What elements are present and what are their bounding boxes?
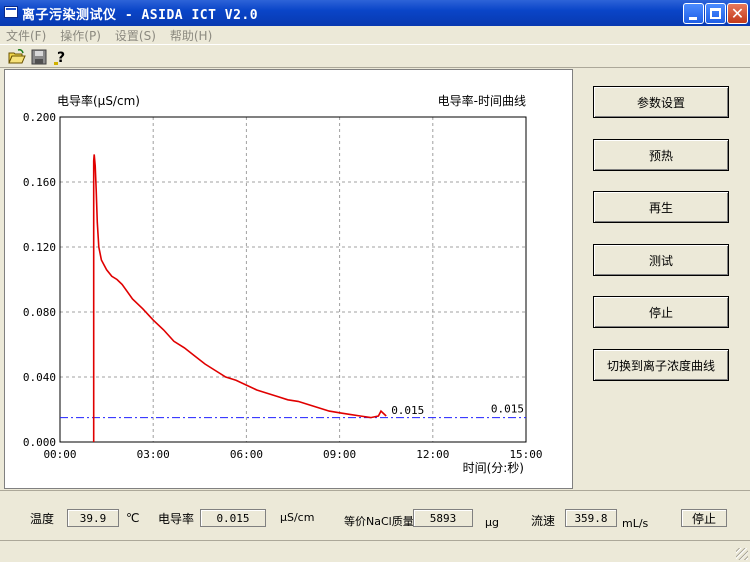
x-tick-label: 12:00 [416, 448, 449, 461]
flow-value: 359.8 [565, 509, 617, 527]
conductivity-series-line [92, 154, 387, 442]
save-icon[interactable] [30, 48, 48, 66]
preheat-button[interactable]: 预热 [593, 139, 729, 171]
nacl-unit: μg [485, 516, 499, 529]
x-tick-label: 09:00 [323, 448, 356, 461]
menu-help[interactable]: 帮助(H) [170, 27, 212, 44]
window-title: 离子污染测试仪 - ASIDA ICT V2.0 [22, 8, 259, 23]
open-folder-icon[interactable] [8, 48, 26, 66]
stop-button[interactable]: 停止 [593, 296, 729, 328]
threshold-label: 0.015 [491, 403, 524, 416]
svg-text:?: ? [57, 50, 65, 66]
x-tick-label: 06:00 [230, 448, 263, 461]
regenerate-button[interactable]: 再生 [593, 191, 729, 223]
toolbar: ? [0, 44, 750, 68]
series-end-label: 0.015 [391, 404, 424, 417]
y-tick-label: 0.080 [23, 306, 56, 319]
y-tick-label: 0.120 [23, 241, 56, 254]
x-tick-label: 15:00 [509, 448, 542, 461]
flow-unit: mL/s [622, 517, 649, 530]
maximize-button[interactable] [705, 3, 726, 24]
chart-title: 电导率-时间曲线 [438, 93, 526, 108]
y-tick-label: 0.040 [23, 371, 56, 384]
y-tick-label: 0.200 [23, 111, 56, 124]
menu-settings[interactable]: 设置(S) [115, 27, 156, 44]
help-icon[interactable]: ? [52, 48, 70, 66]
close-icon: ✕ [730, 4, 745, 23]
nacl-value: 5893 [413, 509, 473, 527]
param-settings-button[interactable]: 参数设置 [593, 86, 729, 118]
resize-grip-icon[interactable] [736, 548, 748, 560]
conductivity-unit: μS/cm [280, 511, 315, 524]
switch-curve-button[interactable]: 切换到离子浓度曲线 [593, 349, 729, 381]
y-axis-label: 电导率(μS/cm) [57, 93, 140, 108]
status-bar-bottom [0, 540, 750, 562]
conductivity-label: 电导率 [158, 512, 195, 526]
flow-label: 流速 [531, 514, 556, 528]
menu-operate[interactable]: 操作(P) [60, 27, 101, 44]
app-icon [4, 6, 18, 18]
plot-frame [59, 116, 527, 443]
status-state: 停止 [681, 509, 727, 527]
y-tick-label: 0.160 [23, 176, 56, 189]
conductivity-value: 0.015 [200, 509, 266, 527]
nacl-label: 等价NaCl质量 [344, 515, 414, 528]
x-tick-label: 00:00 [43, 448, 76, 461]
close-button[interactable]: ✕ [727, 3, 748, 24]
test-button[interactable]: 测试 [593, 244, 729, 276]
menu-file[interactable]: 文件(F) [6, 27, 46, 44]
x-axis-label: 时间(分:秒) [463, 461, 524, 475]
minimize-button[interactable] [683, 3, 704, 24]
conductivity-chart: 0.0000.0400.0800.1200.1600.20000:00 03:00… [23, 93, 543, 475]
temperature-unit: ℃ [126, 511, 140, 525]
temperature-value: 39.9 [67, 509, 119, 527]
temperature-label: 温度 [30, 512, 55, 526]
title-bar: 离子污染测试仪 - ASIDA ICT V2.0 ✕ [0, 0, 750, 26]
chart-panel: 0.000 0.040 0.080 0.120 0.160 0.200 00:00 03:00… [4, 69, 573, 489]
x-tick-label: 03:00 [137, 448, 170, 461]
menu-bar: 文件(F) 操作(P) 设置(S) 帮助(H) [0, 26, 750, 44]
